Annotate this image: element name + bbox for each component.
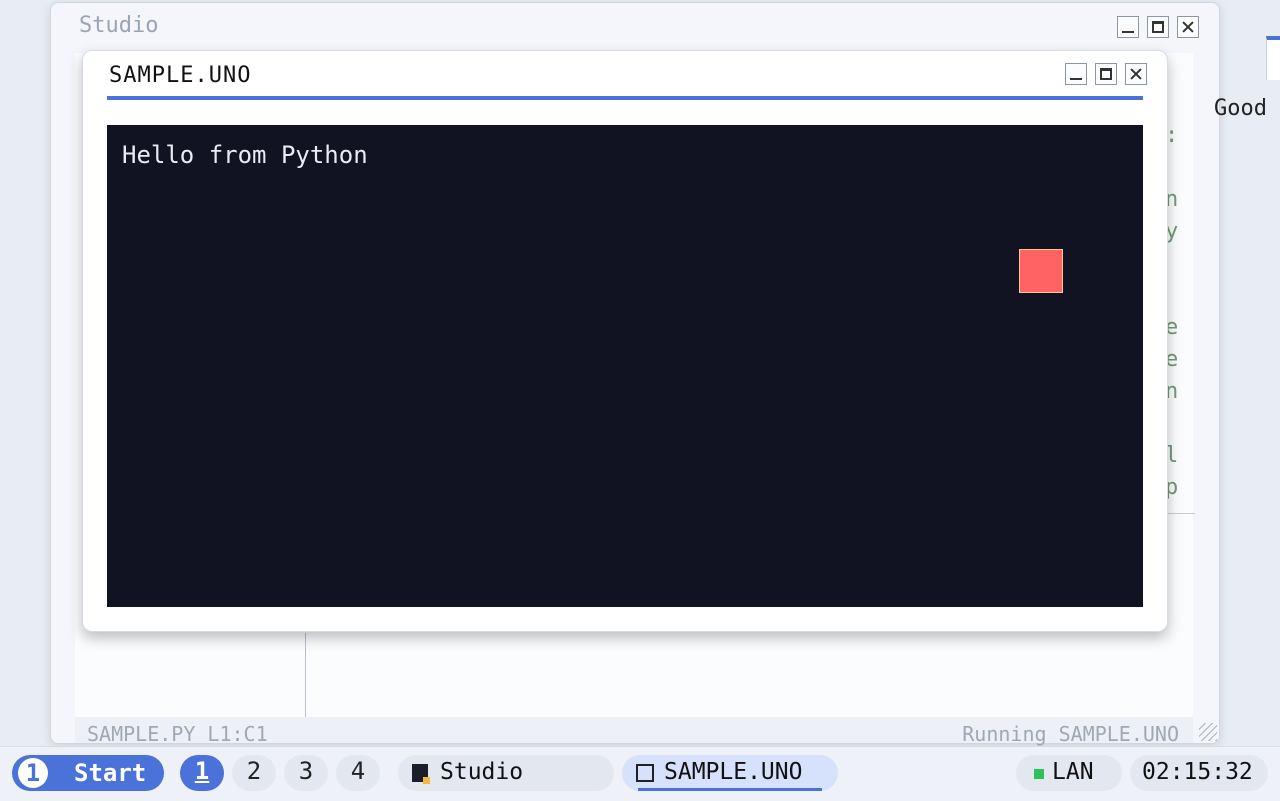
window-icon — [636, 764, 654, 782]
minimize-icon[interactable] — [1117, 16, 1139, 38]
close-icon[interactable] — [1177, 16, 1199, 38]
studio-status-bar: SAMPLE.PY L1:C1 Running SAMPLE.UNO — [75, 717, 1193, 746]
uno-window-controls — [1065, 63, 1147, 85]
studio-window-controls — [1117, 16, 1199, 38]
clock[interactable]: 02:15:32 — [1130, 755, 1268, 791]
workspace-4[interactable]: 4 — [336, 755, 380, 791]
start-label: Start — [74, 759, 147, 787]
code-fragment: y — [1165, 219, 1179, 244]
workspace-2[interactable]: 2 — [232, 755, 276, 791]
studio-title: Studio — [79, 13, 159, 38]
workspace-1[interactable]: 1 — [180, 755, 224, 791]
code-fragment: p — [1165, 475, 1179, 500]
start-button[interactable]: 1 Start — [12, 755, 164, 791]
code-fragment: n — [1165, 379, 1179, 404]
clock-time: 02:15:32 — [1142, 759, 1253, 785]
start-badge: 1 — [18, 758, 48, 788]
code-fragment: e — [1165, 347, 1179, 372]
task-studio[interactable]: Studio — [398, 755, 614, 791]
code-fragment: : — [1165, 123, 1179, 148]
network-status[interactable]: LAN — [1016, 755, 1122, 791]
active-indicator — [638, 788, 822, 791]
uno-window-title: SAMPLE.UNO — [109, 63, 252, 88]
close-icon[interactable] — [1125, 63, 1147, 85]
code-fragment: e — [1165, 315, 1179, 340]
network-label: LAN — [1052, 759, 1094, 785]
cursor-position: SAMPLE.PY L1:C1 — [87, 722, 268, 746]
taskbar: 1 Start 1 2 3 4 Studio SAMPLE.UNO LAN 02… — [0, 746, 1280, 801]
canvas-output-text: Hello from Python — [122, 141, 368, 169]
title-rule — [107, 96, 1143, 100]
studio-app-icon — [412, 764, 430, 784]
resize-grip-icon[interactable] — [1199, 723, 1217, 741]
task-label: SAMPLE.UNO — [664, 759, 803, 785]
panel-divider[interactable] — [305, 633, 306, 717]
workspace-3[interactable]: 3 — [284, 755, 328, 791]
minimize-icon[interactable] — [1065, 63, 1087, 85]
run-status: Running SAMPLE.UNO — [962, 722, 1179, 746]
task-label: Studio — [440, 759, 524, 785]
document-icon[interactable] — [1266, 36, 1280, 80]
sample-uno-window[interactable]: SAMPLE.UNO Hello from Python — [82, 50, 1168, 632]
task-sample-uno[interactable]: SAMPLE.UNO — [622, 755, 838, 791]
network-status-icon — [1034, 769, 1044, 779]
red-square-sprite — [1019, 249, 1063, 293]
code-fragment: n — [1165, 187, 1179, 212]
code-fragment: l — [1165, 443, 1179, 468]
maximize-icon[interactable] — [1095, 63, 1117, 85]
maximize-icon[interactable] — [1147, 16, 1169, 38]
program-canvas[interactable]: Hello from Python — [107, 125, 1143, 607]
edge-window-text: Good — [1214, 96, 1267, 121]
